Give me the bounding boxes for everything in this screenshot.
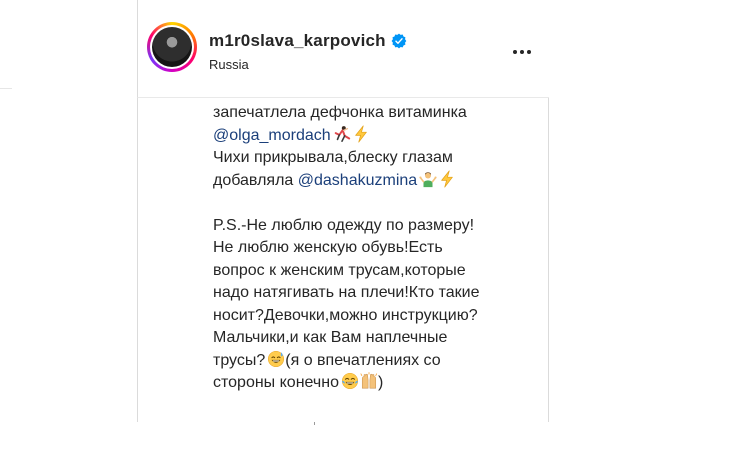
mention-link[interactable]: @dashakuzmina (298, 172, 417, 189)
caption-line: @olga_mordach (213, 125, 538, 148)
avatar[interactable] (147, 22, 197, 72)
caption-text: запечатлела дефчонка витаминка @olga_mor… (213, 102, 538, 395)
location-link[interactable]: Russia (209, 57, 249, 72)
instagram-post-frame: m1r0slava_karpovich Russia запечатлела д… (0, 0, 730, 462)
post-header: m1r0slava_karpovich Russia (137, 0, 549, 98)
avatar-photo (152, 27, 192, 67)
more-options-icon (513, 50, 531, 54)
verified-badge-icon (391, 33, 407, 49)
caption-line: трусы? (я о впечатлениях со (213, 350, 538, 373)
person-shrugging-emoji (419, 171, 437, 187)
caption-line: запечатлела дефчонка витаминка (213, 104, 467, 121)
caption-line: носит?Девочки,можно инструкцию? (213, 306, 478, 324)
high-voltage-emoji (441, 170, 453, 187)
high-voltage-emoji (354, 125, 367, 142)
caption-text-fragment: стороны конечно (213, 374, 339, 391)
avatar-ring-gap (150, 25, 194, 69)
caption-line: стороны конечно ) (213, 372, 538, 395)
mention-link[interactable]: @olga_mordach (213, 127, 331, 144)
dancer-emoji (334, 125, 350, 142)
caption-line: Мальчики,и как Вам наплечные (213, 329, 448, 346)
caption-line: P.S.-Не люблю одежду по размеру! (213, 216, 475, 234)
caption-text-fragment: трусы? (213, 351, 266, 369)
caption-text-fragment: ) (377, 374, 384, 391)
caption-line: добавляла @dashakuzmina (213, 170, 538, 193)
caption-line: надо натягивать на плечи!Кто такие (213, 284, 480, 301)
caption-text-fragment: (я о впечатлениях со (285, 351, 441, 369)
scroll-tick (314, 422, 315, 425)
caption-line: Не люблю женскую обувь!Есть (213, 239, 443, 256)
left-divider (0, 88, 12, 89)
post-caption: запечатлела дефчонка витаминка @olga_mor… (137, 98, 549, 422)
caption-line: Чихи прикрывала,блеску глазам (213, 149, 453, 166)
username-link[interactable]: m1r0slava_karpovich (209, 31, 386, 51)
grinning-sweat-emoji (268, 350, 285, 367)
tears-of-joy-emoji (341, 372, 358, 390)
raising-hands-emoji (360, 372, 378, 389)
author-line: m1r0slava_karpovich (209, 31, 407, 51)
caption-text-fragment: добавляла (213, 171, 298, 189)
more-options-button[interactable] (510, 40, 534, 64)
caption-line: вопрос к женским трусам,которые (213, 261, 466, 279)
